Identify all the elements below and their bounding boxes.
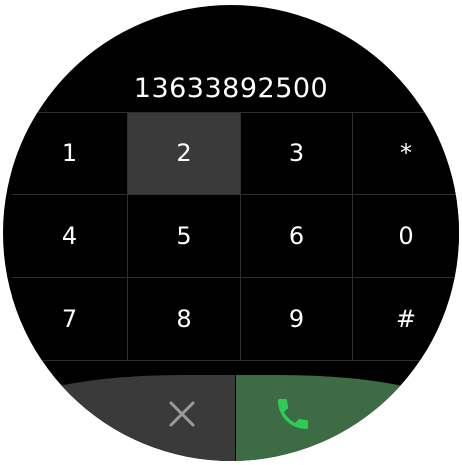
key-7[interactable]: 7 <box>12 278 127 360</box>
keypad-divider <box>12 360 459 361</box>
clear-button[interactable] <box>3 375 235 461</box>
keypad-divider <box>127 112 128 360</box>
keypad-divider <box>12 112 459 113</box>
key-2[interactable]: 2 <box>128 112 240 194</box>
keypad-divider <box>240 112 241 360</box>
key-9[interactable]: 9 <box>241 278 352 360</box>
keypad-divider <box>352 112 353 360</box>
key-0[interactable]: 0 <box>353 195 459 277</box>
key-1[interactable]: 1 <box>12 112 127 194</box>
keypad-divider <box>12 277 459 278</box>
keypad-divider <box>12 194 459 195</box>
dialed-number: 13633892500 <box>133 73 329 104</box>
action-bar <box>3 375 459 461</box>
key-8[interactable]: 8 <box>128 278 240 360</box>
call-button[interactable] <box>236 375 459 461</box>
key-3[interactable]: 3 <box>241 112 352 194</box>
key-hash[interactable]: # <box>353 278 459 360</box>
key-6[interactable]: 6 <box>241 195 352 277</box>
key-star[interactable]: * <box>353 112 459 194</box>
key-5[interactable]: 5 <box>128 195 240 277</box>
key-4[interactable]: 4 <box>12 195 127 277</box>
keypad: 1 2 3 * 4 5 6 0 7 8 9 # <box>12 112 459 361</box>
dialer-screen: 13633892500 1 2 3 * 4 5 6 0 7 8 9 # <box>3 5 459 461</box>
close-icon <box>167 399 197 429</box>
phone-icon <box>273 394 313 434</box>
